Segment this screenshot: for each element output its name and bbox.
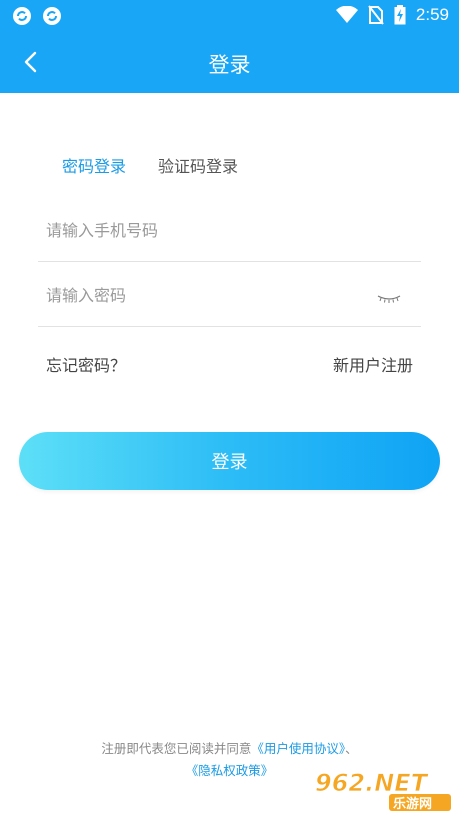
tab-code-login[interactable]: 验证码登录 — [158, 153, 238, 177]
status-time: 2:59 — [415, 5, 449, 24]
user-agreement-link[interactable]: 《用户使用协议》 — [251, 741, 345, 756]
status-right-icons: 2:59 — [335, 5, 449, 25]
site-watermark-logo: 962.NET 乐游网 — [315, 769, 451, 812]
password-field — [38, 263, 421, 327]
privacy-policy-link[interactable]: 《隐私权政策》 — [186, 763, 274, 778]
sync-icon — [13, 7, 31, 25]
toggle-password-visibility[interactable] — [377, 289, 401, 308]
phone-input[interactable] — [46, 216, 366, 244]
password-input[interactable] — [46, 281, 366, 309]
status-left-icons — [12, 6, 62, 26]
forgot-password-link[interactable]: 忘记密码？ — [46, 352, 126, 376]
eye-closed-icon — [377, 295, 401, 303]
login-button[interactable]: 登录 — [19, 432, 440, 490]
status-bar: 2:59 — [0, 0, 459, 32]
svg-text:乐游网: 乐游网 — [393, 796, 432, 812]
register-link[interactable]: 新用户注册 — [333, 352, 413, 376]
sync-icon — [43, 7, 61, 25]
page-title: 登录 — [208, 53, 251, 77]
app-bar: 登录 — [0, 32, 459, 93]
tab-password-login[interactable]: 密码登录 — [62, 153, 126, 177]
wifi-icon — [335, 6, 358, 23]
phone-field — [38, 198, 421, 262]
no-sim-icon — [368, 5, 384, 25]
form-links: 忘记密码？ 新用户注册 — [46, 352, 413, 376]
svg-text:962.NET: 962.NET — [315, 769, 429, 797]
agreement-separator: 、 — [345, 741, 358, 756]
battery-charging-icon — [394, 5, 406, 25]
agreement-prefix: 注册即代表您已阅读并同意 — [101, 741, 252, 756]
login-mode-tabs: 密码登录 验证码登录 — [62, 153, 238, 177]
